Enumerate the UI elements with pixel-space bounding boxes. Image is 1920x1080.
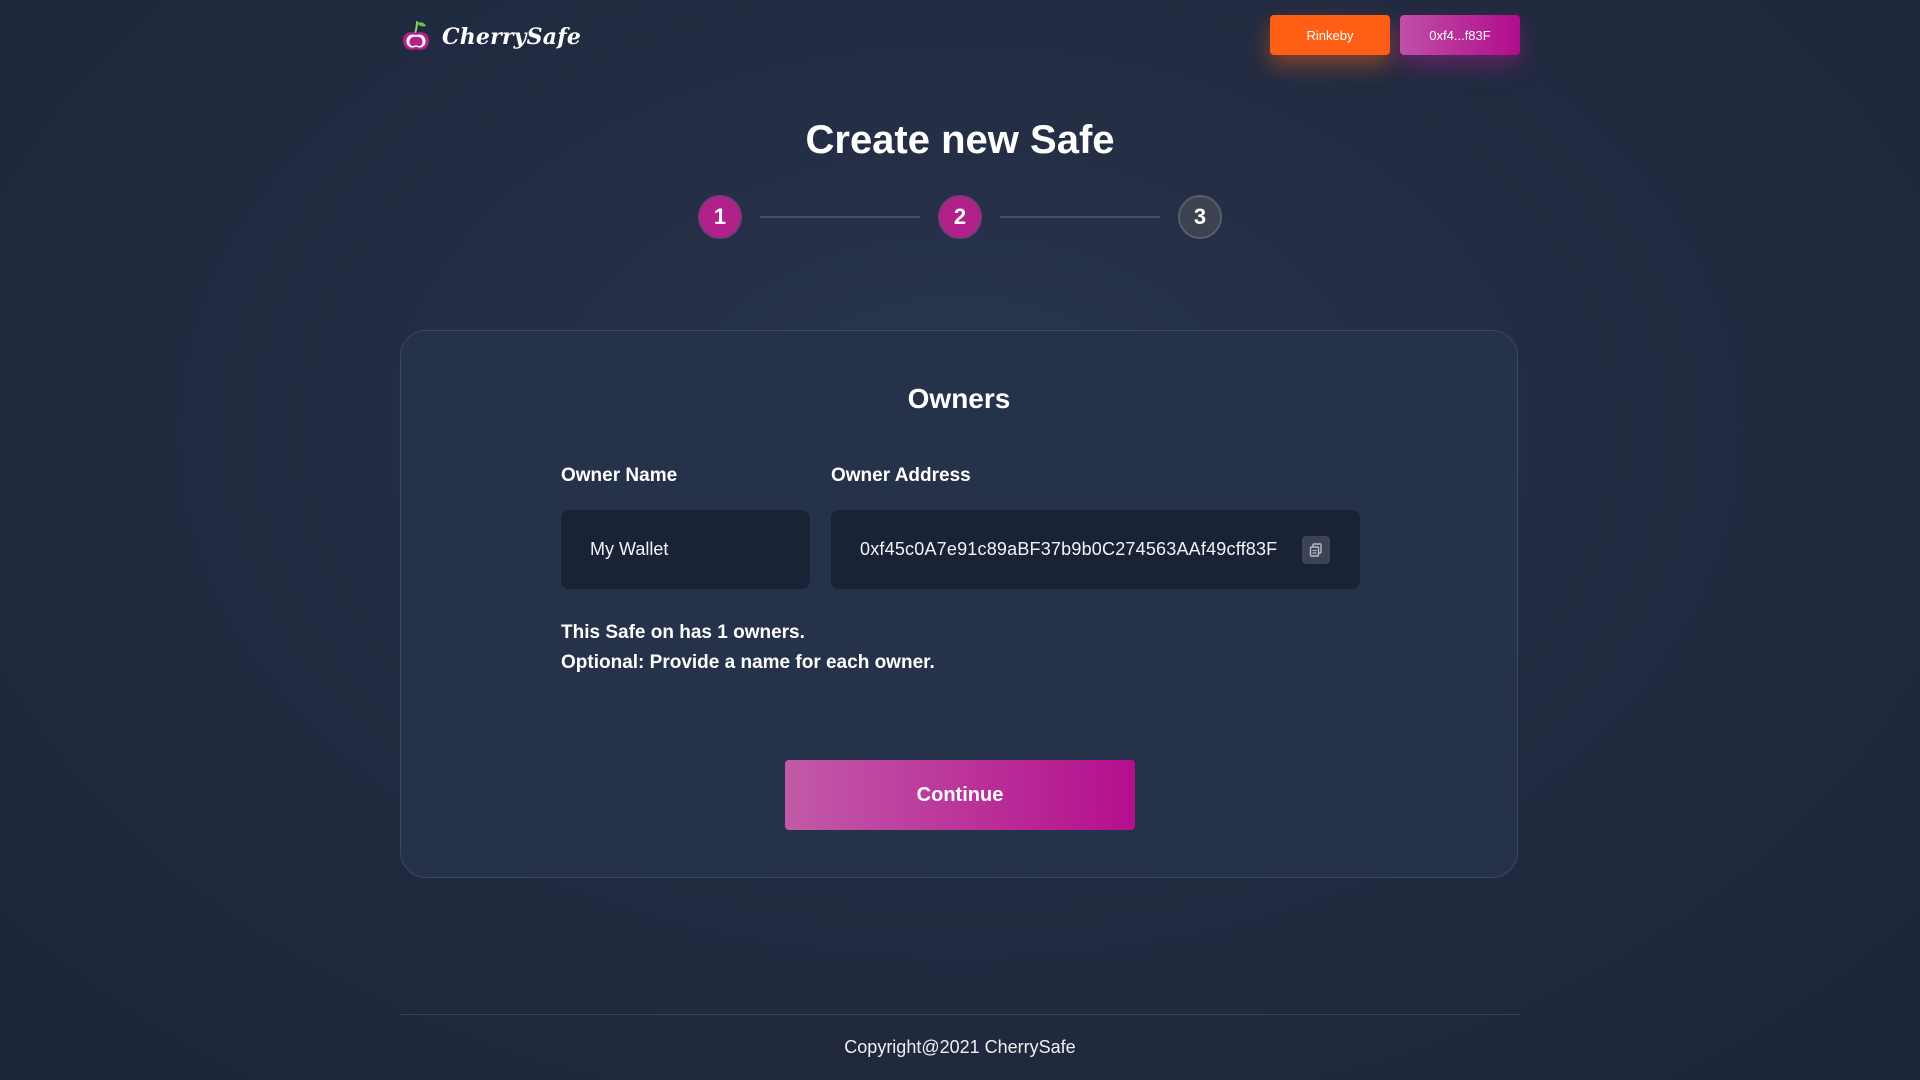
copy-icon (1309, 543, 1322, 557)
footer-copyright: Copyright@2021 CherrySafe (844, 1037, 1076, 1057)
owner-name-hint: Optional: Provide a name for each owner. (561, 652, 935, 673)
step-3: 3 (1180, 197, 1220, 237)
owners-count-text: This Safe on has 1 owners. (561, 622, 805, 643)
card-title: Owners (907, 383, 1011, 414)
owner-address-field: 0xf45c0A7e91c89aBF37b9b0C274563AAf49cff8… (831, 510, 1360, 589)
continue-button[interactable]: Continue (785, 760, 1135, 830)
owners-card: Owners Owner Name Owner Address 0xf45c0A… (400, 330, 1518, 878)
brand-name: CherrySafe (442, 24, 582, 50)
owner-address-label: Owner Address (831, 465, 971, 486)
wallet-address-button[interactable]: 0xf4...f83F (1400, 15, 1520, 55)
footer-divider (400, 1014, 1520, 1015)
cherry-logo-icon (402, 21, 430, 51)
owner-address-value: 0xf45c0A7e91c89aBF37b9b0C274563AAf49cff8… (860, 539, 1278, 559)
step-2[interactable]: 2 (940, 197, 980, 237)
brand-logo[interactable]: CherrySafe (400, 18, 581, 56)
copy-address-button[interactable] (1302, 536, 1330, 564)
page-title: Create new Safe (805, 118, 1115, 162)
step-connector (760, 216, 920, 218)
owner-name-input[interactable] (561, 510, 810, 589)
owner-name-label: Owner Name (561, 465, 678, 486)
network-button[interactable]: Rinkeby (1270, 15, 1390, 55)
step-1[interactable]: 1 (700, 197, 740, 237)
step-connector (1000, 216, 1160, 218)
